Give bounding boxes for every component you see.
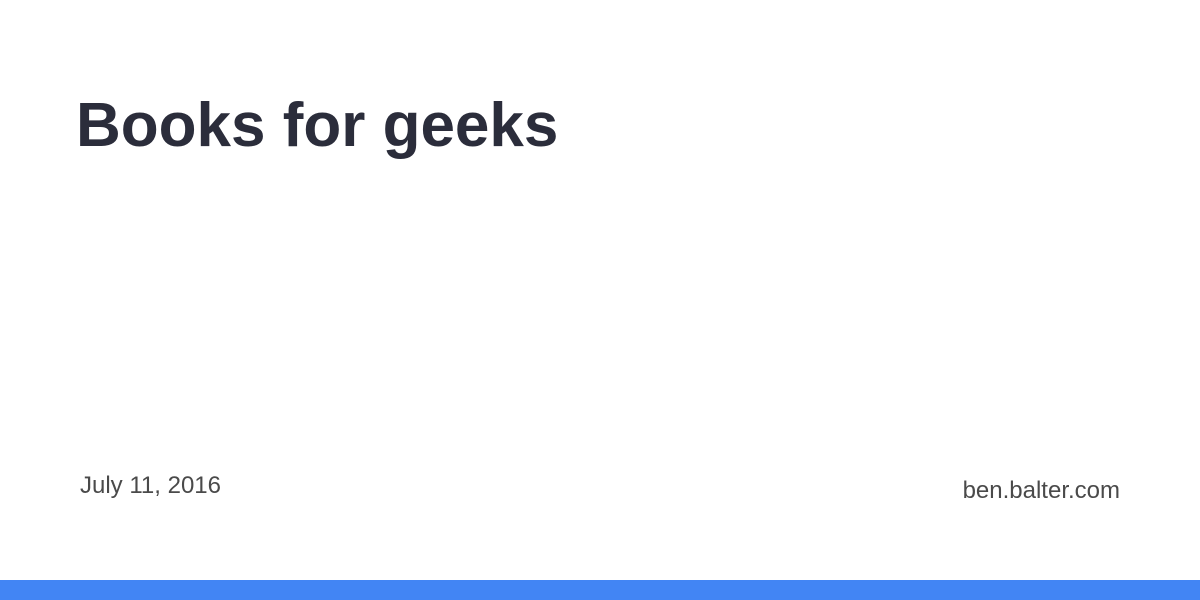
social-card: Books for geeks July 11, 2016 ben.balter… <box>0 0 1200 600</box>
post-date: July 11, 2016 <box>80 472 221 499</box>
accent-bar <box>0 580 1200 600</box>
post-title: Books for geeks <box>76 91 559 160</box>
site-domain-link[interactable]: ben.balter.com <box>963 477 1120 505</box>
